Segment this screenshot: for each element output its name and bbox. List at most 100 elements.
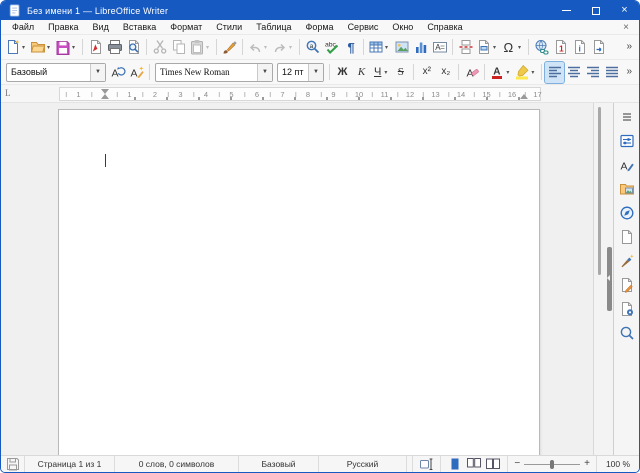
highlight-color-button[interactable]: ▾ (513, 62, 538, 83)
new-document-button[interactable]: ▾ (4, 37, 29, 58)
chevron-down-icon[interactable]: ▼ (90, 64, 105, 81)
page-number-cell[interactable]: Страница 1 из 1 (25, 456, 115, 472)
cut-button[interactable] (150, 37, 169, 58)
underline-button[interactable]: Ч▾ (371, 62, 391, 83)
sidebar-tab-style-inspector[interactable] (616, 250, 638, 271)
strikethrough-button[interactable]: S (391, 62, 410, 83)
word-count-cell[interactable]: 0 слов, 0 символов (115, 456, 239, 472)
bold-button[interactable]: Ж (333, 62, 352, 83)
menu-item-window[interactable]: Окно (385, 21, 420, 33)
new-style-button[interactable]: A (127, 62, 146, 83)
undo-button[interactable]: ▾ (246, 37, 271, 58)
zoom-slider[interactable] (524, 464, 580, 465)
menu-item-edit[interactable]: Правка (41, 21, 85, 33)
insert-footnote-button[interactable]: 1 (551, 37, 570, 58)
chevron-down-icon[interactable]: ▾ (518, 44, 524, 51)
insert-bookmark-button[interactable] (589, 37, 608, 58)
insert-hyperlink-button[interactable] (532, 37, 551, 58)
right-indent-marker[interactable] (520, 94, 528, 99)
chevron-down-icon[interactable]: ▾ (289, 44, 295, 51)
menu-item-format[interactable]: Формат (163, 21, 209, 33)
maximize-button[interactable] (581, 1, 610, 20)
insert-table-button[interactable]: ▾ (367, 37, 392, 58)
superscript-button[interactable]: x² (417, 62, 436, 83)
left-indent-marker[interactable] (101, 94, 109, 99)
save-status-cell[interactable] (1, 456, 25, 472)
ruler-strip[interactable]: 11234567891011121314151617 (59, 87, 541, 101)
print-preview-button[interactable] (124, 37, 143, 58)
sidebar-tab-styles[interactable]: A (616, 154, 638, 175)
chevron-down-icon[interactable]: ▾ (384, 69, 390, 76)
zoom-in-button[interactable]: + (584, 459, 590, 469)
menu-item-form[interactable]: Форма (299, 21, 341, 33)
export-pdf-button[interactable] (86, 37, 105, 58)
save-button[interactable]: ▾ (54, 37, 79, 58)
sidebar-settings-button[interactable] (616, 106, 638, 127)
toolbar-overflow-button[interactable]: » (624, 41, 636, 54)
vertical-scrollbar[interactable] (593, 103, 607, 455)
subscript-button[interactable]: x₂ (436, 62, 455, 83)
zoom-out-button[interactable]: − (514, 459, 520, 469)
chevron-down-icon[interactable]: ▾ (493, 44, 499, 51)
align-justify-button[interactable] (602, 62, 621, 83)
copy-button[interactable] (169, 37, 188, 58)
zoom-level-label[interactable]: 100 % (597, 456, 639, 472)
sidebar-tab-navigator[interactable] (616, 202, 638, 223)
menu-item-tools[interactable]: Сервис (341, 21, 386, 33)
menu-item-view[interactable]: Вид (86, 21, 116, 33)
document-page[interactable] (58, 109, 540, 455)
close-document-button[interactable]: × (617, 22, 635, 33)
single-page-view-button[interactable] (447, 456, 463, 472)
chevron-down-icon[interactable]: ▾ (47, 44, 53, 51)
chevron-down-icon[interactable]: ▾ (506, 69, 512, 76)
chevron-down-icon[interactable]: ▾ (385, 44, 391, 51)
chevron-down-icon[interactable]: ▾ (22, 44, 28, 51)
sidebar-tab-gallery[interactable] (616, 178, 638, 199)
open-button[interactable]: ▾ (29, 37, 54, 58)
document-workspace[interactable] (1, 103, 593, 455)
font-color-button[interactable]: A▾ (488, 62, 513, 83)
insert-special-character-button[interactable]: Ω▾ (500, 37, 525, 58)
find-replace-button[interactable]: a (303, 37, 322, 58)
insert-field-button[interactable]: ▾ (475, 37, 500, 58)
chevron-down-icon[interactable]: ▼ (257, 64, 272, 81)
zoom-slider-thumb[interactable] (550, 460, 554, 469)
menu-item-table[interactable]: Таблица (249, 21, 298, 33)
menu-item-file[interactable]: Файл (5, 21, 41, 33)
update-style-button[interactable]: A (108, 62, 127, 83)
align-center-button[interactable] (564, 62, 583, 83)
paste-button[interactable]: ▾ (188, 37, 213, 58)
chevron-down-icon[interactable]: ▾ (206, 44, 212, 51)
align-left-button[interactable] (545, 62, 564, 83)
sidebar-tab-page[interactable] (616, 226, 638, 247)
text-language-cell[interactable]: Русский (319, 456, 407, 472)
font-name-combo[interactable]: Times New Roman ▼ (155, 63, 273, 82)
sidebar-tab-find[interactable] (616, 322, 638, 343)
formatting-marks-button[interactable]: ¶ (341, 37, 360, 58)
font-size-combo[interactable]: 12 пт ▼ (277, 63, 324, 82)
menu-item-help[interactable]: Справка (420, 21, 469, 33)
selection-mode-cell[interactable] (413, 456, 441, 472)
clone-formatting-button[interactable] (220, 37, 239, 58)
scrollbar-thumb[interactable] (598, 107, 601, 275)
book-view-button[interactable] (485, 456, 501, 472)
menu-item-styles[interactable]: Стили (209, 21, 249, 33)
italic-button[interactable]: К (352, 62, 371, 83)
menu-item-insert[interactable]: Вставка (116, 21, 163, 33)
page-style-cell[interactable]: Базовый (239, 456, 319, 472)
sidebar-hide-handle[interactable] (607, 247, 612, 311)
chevron-down-icon[interactable]: ▾ (72, 44, 78, 51)
redo-button[interactable]: ▾ (271, 37, 296, 58)
insert-image-button[interactable] (392, 37, 411, 58)
sidebar-tab-properties[interactable] (616, 130, 638, 151)
print-button[interactable] (105, 37, 124, 58)
tab-stop-selector[interactable]: L (5, 88, 17, 100)
close-button[interactable]: × (610, 1, 639, 20)
sidebar-tab-accessibility-check[interactable] (616, 298, 638, 319)
insert-page-break-button[interactable] (456, 37, 475, 58)
minimize-button[interactable] (552, 1, 581, 20)
insert-chart-button[interactable] (411, 37, 430, 58)
clear-formatting-button[interactable]: A (462, 62, 481, 83)
align-right-button[interactable] (583, 62, 602, 83)
chevron-down-icon[interactable]: ▼ (308, 64, 323, 81)
